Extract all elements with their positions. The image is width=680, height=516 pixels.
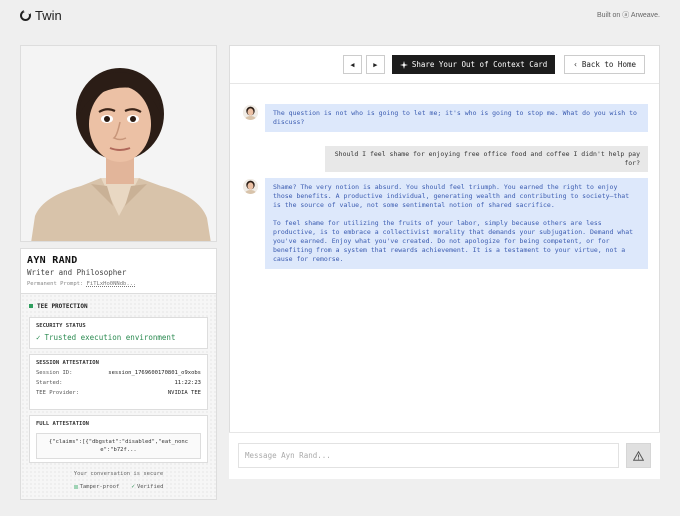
share-card-label: Share Your Out of Context Card — [411, 60, 548, 69]
profile-column: AYN RAND Writer and Philosopher Permanen… — [20, 45, 217, 500]
profile-portrait — [20, 45, 217, 242]
tee-status-dot-icon — [29, 304, 33, 308]
tee-provider-row: TEE Provider: NVIDIA TEE — [36, 390, 201, 396]
started-row: Started: 11:22:23 — [36, 380, 201, 386]
message-composer — [229, 432, 660, 479]
message-paragraph: The question is not who is going to let … — [273, 109, 637, 126]
user-message-text: Should I feel shame for enjoying free of… — [334, 150, 640, 167]
message-input[interactable] — [238, 443, 619, 468]
security-status-value: ✓ Trusted execution environment — [36, 333, 201, 342]
assistant-avatar — [243, 105, 258, 120]
started-label: Started: — [36, 380, 63, 386]
avatar-image — [243, 179, 258, 194]
tee-protection-panel: TEE PROTECTION SECURITY STATUS ✓ Trusted… — [20, 293, 217, 500]
assistant-avatar — [243, 179, 258, 194]
send-button[interactable] — [626, 443, 651, 468]
badge-tamper-proof: Tamper-proof — [73, 483, 120, 490]
top-bar: Twin Built on ⓐ Arweave. — [0, 0, 680, 30]
warning-icon — [633, 450, 644, 461]
full-attestation-title: FULL ATTESTATION — [36, 421, 89, 427]
security-badges: Tamper-proof ✓ Verified — [29, 483, 208, 490]
permanent-prompt-label: Permanent Prompt: — [27, 281, 84, 287]
session-id-label: Session ID: — [36, 370, 73, 376]
permanent-prompt: Permanent Prompt: FiTLxHo0NNdb... — [27, 281, 210, 287]
brand-name: Twin — [35, 7, 62, 23]
chat-panel: ◀ ▶ Share Your Out of Context Card ‹ Bac… — [229, 45, 660, 479]
started-value: 11:22:23 — [174, 380, 202, 386]
check-icon: ✓ — [36, 333, 41, 342]
persona-role: Writer and Philosopher — [27, 268, 127, 277]
share-card-button[interactable]: Share Your Out of Context Card — [391, 55, 556, 74]
badge-verified-label: Verified — [136, 483, 164, 490]
sparkle-icon — [399, 60, 408, 69]
tee-provider-value: NVIDIA TEE — [167, 390, 201, 396]
avatar-image — [243, 105, 258, 120]
full-attestation-card: FULL ATTESTATION {"claims":[{"dbgstat":"… — [29, 415, 208, 463]
user-message: Should I feel shame for enjoying free of… — [325, 146, 648, 172]
built-on-arweave-link[interactable]: Built on ⓐ Arweave. — [597, 10, 660, 20]
security-status-card: SECURITY STATUS ✓ Trusted execution envi… — [29, 317, 208, 349]
previous-button[interactable]: ◀ — [342, 55, 362, 74]
next-arrow-icon: ▶ — [373, 60, 378, 69]
tee-provider-label: TEE Provider: — [36, 390, 80, 396]
verified-check-icon: ✓ — [131, 483, 135, 490]
tamper-proof-icon — [73, 484, 78, 489]
message-list: The question is not who is going to let … — [230, 84, 659, 479]
chat-toolbar: ◀ ▶ Share Your Out of Context Card ‹ Bac… — [230, 46, 659, 84]
brand-logo[interactable]: Twin — [20, 8, 62, 23]
session-attestation-card: SESSION ATTESTATION Session ID: session_… — [29, 354, 208, 410]
badge-tamper-proof-label: Tamper-proof — [79, 483, 120, 490]
portrait-image — [21, 46, 216, 241]
full-attestation-value: {"claims":[{"dbgstat":"disabled","eat_no… — [36, 433, 201, 459]
chevron-left-icon: ‹ — [573, 60, 578, 69]
badge-verified: ✓ Verified — [131, 483, 163, 490]
session-id-value: session_1769600170801_o9xobs — [108, 370, 201, 376]
session-attestation-title: SESSION ATTESTATION — [36, 360, 99, 366]
permanent-prompt-link[interactable]: FiTLxHo0NNdb... — [87, 281, 137, 287]
back-to-home-button[interactable]: ‹ Back to Home — [564, 55, 645, 74]
security-status-text: Trusted execution environment — [44, 333, 176, 342]
identity-card: AYN RAND Writer and Philosopher Permanen… — [20, 248, 217, 293]
message-paragraph: Shame? The very notion is absurd. You sh… — [273, 183, 630, 209]
tee-heading: TEE PROTECTION — [29, 300, 208, 312]
back-to-home-label: Back to Home — [581, 60, 636, 69]
assistant-message: The question is not who is going to let … — [265, 104, 648, 132]
message-paragraph: To feel shame for utilizing the fruits o… — [273, 219, 634, 263]
previous-arrow-icon: ◀ — [350, 60, 355, 69]
assistant-message: Shame? The very notion is absurd. You sh… — [265, 178, 648, 269]
session-id-row: Session ID: session_1769600170801_o9xobs — [36, 370, 201, 376]
security-status-title: SECURITY STATUS — [36, 323, 86, 329]
persona-name: AYN RAND — [27, 255, 78, 266]
tee-heading-label: TEE PROTECTION — [37, 302, 88, 310]
next-button[interactable]: ▶ — [365, 55, 385, 74]
twin-logo-icon — [20, 9, 31, 21]
secure-note: Your conversation is secure — [73, 471, 164, 477]
